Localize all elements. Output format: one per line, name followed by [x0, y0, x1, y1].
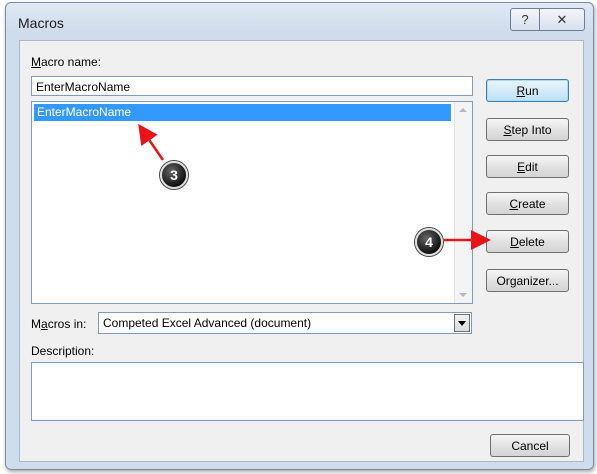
help-button[interactable]: ?: [510, 8, 540, 31]
help-icon: ?: [521, 12, 529, 27]
description-field[interactable]: [31, 362, 584, 421]
close-button[interactable]: ✕: [539, 8, 585, 31]
delete-button[interactable]: Delete: [486, 230, 569, 253]
dropdown-button[interactable]: [454, 314, 470, 332]
step-4-marker: 4: [415, 228, 443, 256]
organizer-button[interactable]: Or g anizer...: [486, 269, 569, 292]
chevron-down-icon: [458, 321, 466, 326]
step-3-marker: 3: [160, 161, 188, 189]
macros-in-select[interactable]: Competed Excel Advanced (document): [98, 312, 472, 334]
dialog-body: Macro name: EnterMacroName EnterMacroNam…: [19, 40, 584, 462]
macros-dialog: Macros ? ✕ Macro name: EnterMacroName En…: [5, 2, 594, 470]
macro-list-item-selected[interactable]: EnterMacroName: [34, 104, 451, 121]
close-icon: ✕: [556, 11, 568, 27]
macros-in-label: Macros in:: [31, 317, 87, 331]
description-label: Description:: [31, 344, 95, 358]
scroll-up-arrow-icon[interactable]: [459, 108, 467, 112]
macro-name-input[interactable]: EnterMacroName: [31, 76, 473, 96]
run-button[interactable]: Run: [486, 79, 569, 102]
macro-list[interactable]: EnterMacroName: [31, 101, 473, 304]
step-into-button[interactable]: Step Into: [486, 118, 569, 141]
scroll-down-arrow-icon[interactable]: [459, 293, 467, 297]
macros-in-value: Competed Excel Advanced (document): [103, 316, 312, 330]
macro-name-label: Macro name:: [31, 55, 102, 69]
create-button[interactable]: Create: [486, 192, 569, 215]
cancel-button[interactable]: Cancel: [490, 434, 570, 457]
macro-list-scrollbar[interactable]: [454, 102, 472, 303]
edit-button[interactable]: Edit: [486, 155, 569, 178]
dialog-title: Macros: [18, 15, 64, 31]
